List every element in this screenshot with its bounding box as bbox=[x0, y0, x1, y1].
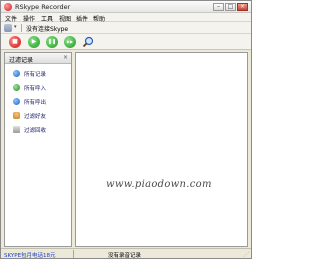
filter-item-label: 过滤回收 bbox=[24, 128, 47, 134]
resize-grip-icon[interactable]: ⋰ bbox=[243, 251, 249, 258]
pause-button[interactable]: ❚❚ bbox=[46, 36, 58, 48]
all-records-icon bbox=[13, 70, 20, 77]
status-divider bbox=[73, 250, 74, 258]
promo-link[interactable]: SKYPE包月电话18元 bbox=[4, 251, 56, 258]
filter-recycle-icon bbox=[13, 126, 20, 133]
filter-item-label: 所有呼入 bbox=[24, 86, 47, 92]
contact-toolbar: ▾ 没有连接Skype bbox=[1, 22, 251, 34]
skype-connection-status: 没有连接Skype bbox=[26, 26, 69, 33]
play-icon: ▶ bbox=[31, 38, 37, 45]
record-toolbar: ■ ▶ ❚❚ ▶▶ bbox=[1, 34, 251, 50]
title-bar[interactable]: RSkype Recorder – □ × bbox=[1, 1, 251, 13]
chevron-down-icon[interactable]: ▾ bbox=[14, 24, 17, 30]
play-button[interactable]: ▶ bbox=[28, 36, 40, 48]
records-list-area[interactable]: www.piaodown.com bbox=[75, 52, 248, 247]
maximize-button[interactable]: □ bbox=[225, 3, 236, 11]
filter-item-all-records[interactable]: 所有记录 bbox=[5, 68, 71, 80]
minimize-button[interactable]: – bbox=[213, 3, 224, 11]
filter-item-recycle[interactable]: 过滤回收 bbox=[5, 124, 71, 136]
filter-item-incoming[interactable]: 所有呼入 bbox=[5, 82, 71, 94]
filter-friends-icon bbox=[13, 112, 20, 119]
filter-item-friends[interactable]: 过滤好友 bbox=[5, 110, 71, 122]
toolbar-divider bbox=[21, 24, 22, 32]
menu-bar: 文件 操作 工具 视图 插件 帮助 bbox=[1, 13, 251, 23]
app-logo-icon bbox=[4, 3, 12, 11]
search-button[interactable] bbox=[82, 36, 94, 48]
close-button[interactable]: × bbox=[237, 3, 248, 11]
outgoing-icon bbox=[13, 98, 20, 105]
stop-button[interactable]: ■ bbox=[9, 36, 21, 48]
pause-icon: ❚❚ bbox=[47, 39, 57, 45]
site-watermark: www.piaodown.com bbox=[106, 179, 212, 190]
close-icon[interactable]: × bbox=[63, 54, 68, 61]
filter-panel: 过滤记录 × 所有记录 所有呼入 所有呼出 过滤好友 过滤回收 bbox=[4, 52, 72, 247]
next-button[interactable]: ▶▶ bbox=[64, 36, 76, 48]
status-bar: SKYPE包月电话18元 没有录音记录 ⋰ bbox=[1, 248, 251, 259]
filter-item-label: 过滤好友 bbox=[24, 114, 47, 120]
filter-item-outgoing[interactable]: 所有呼出 bbox=[5, 96, 71, 108]
contact-icon[interactable] bbox=[4, 24, 12, 32]
filter-panel-title: 过滤记录 bbox=[9, 57, 34, 64]
window-title: RSkype Recorder bbox=[15, 3, 71, 11]
app-window: RSkype Recorder – □ × 文件 操作 工具 视图 插件 帮助 … bbox=[0, 0, 252, 259]
incoming-icon bbox=[13, 84, 20, 91]
search-icon bbox=[82, 36, 94, 48]
filter-item-label: 所有记录 bbox=[24, 72, 47, 78]
filter-item-label: 所有呼出 bbox=[24, 100, 47, 106]
stop-icon: ■ bbox=[12, 38, 18, 45]
filter-panel-header: 过滤记录 × bbox=[5, 53, 71, 64]
records-status: 没有录音记录 bbox=[108, 253, 142, 259]
fast-forward-icon: ▶▶ bbox=[66, 39, 74, 44]
